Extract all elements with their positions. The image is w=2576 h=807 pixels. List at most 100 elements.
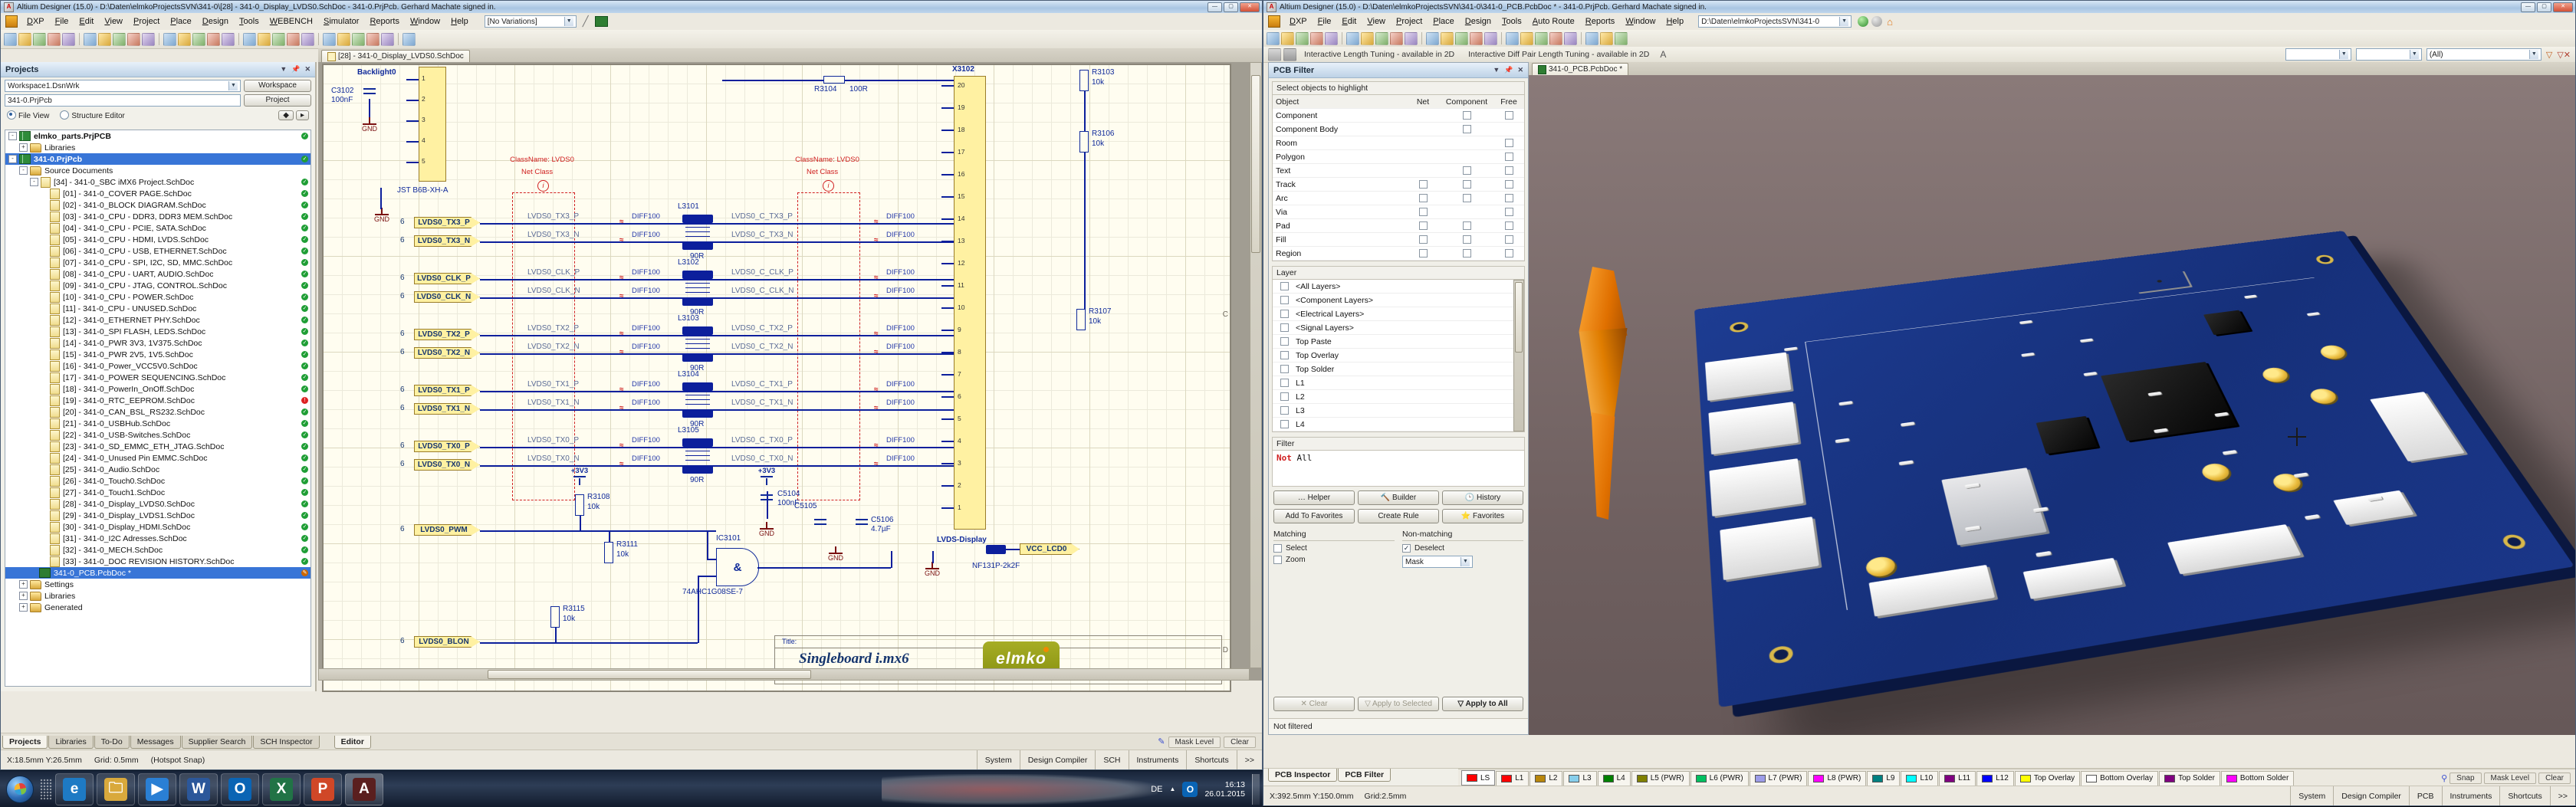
storage-icon[interactable] bbox=[1375, 32, 1388, 45]
zoom-area-icon[interactable] bbox=[142, 33, 155, 46]
layer-tab-l10[interactable]: L10 bbox=[1901, 771, 1938, 786]
interactive-route-icon[interactable] bbox=[1600, 32, 1613, 45]
panel-close-icon[interactable]: ✕ bbox=[304, 65, 310, 74]
flex-ribbon-3d[interactable] bbox=[1576, 267, 1638, 520]
menu-file[interactable]: File bbox=[50, 15, 74, 28]
sheet-port[interactable]: LVDS0_CLK_N bbox=[414, 291, 480, 303]
tree-item[interactable]: [19] - 341-0_RTC_EEPROM.SchDoc! bbox=[5, 395, 310, 406]
sch-panelbtn--[interactable]: >> bbox=[1237, 750, 1262, 769]
tree-item[interactable]: [15] - 341-0_PWR 2V5, 1V5.SchDoc✓ bbox=[5, 349, 310, 360]
directive-icon[interactable]: i bbox=[537, 180, 549, 192]
pcb-combo-2[interactable]: ▼ bbox=[2356, 48, 2422, 61]
tree-item[interactable]: [25] - 341-0_Audio.SchDoc✓ bbox=[5, 464, 310, 475]
pcb-filter-tab[interactable]: PCB Filter bbox=[1338, 769, 1391, 782]
free-checkbox[interactable] bbox=[1505, 111, 1513, 120]
redo-icon[interactable] bbox=[1585, 32, 1598, 45]
sheet-port[interactable]: LVDS0_TX0_P bbox=[414, 441, 480, 452]
print-icon[interactable] bbox=[48, 33, 61, 46]
free-checkbox[interactable] bbox=[1505, 180, 1513, 189]
layer-row[interactable]: L4 bbox=[1273, 418, 1524, 431]
tree-item[interactable]: [28] - 341-0_Display_LVDS0.SchDoc✓ bbox=[5, 498, 310, 510]
expand-toggle-icon[interactable]: - bbox=[8, 132, 17, 140]
current-layer-indicator[interactable]: LS bbox=[1461, 770, 1495, 786]
zoom-all-icon[interactable] bbox=[127, 33, 140, 46]
clear-button[interactable]: Clear bbox=[2538, 773, 2571, 784]
pin-icon[interactable]: 📌 bbox=[291, 65, 300, 74]
start-button[interactable] bbox=[2, 774, 38, 805]
pcb-icon[interactable] bbox=[595, 16, 608, 27]
tree-item[interactable]: +Libraries bbox=[5, 590, 310, 602]
expand-toggle-icon[interactable]: + bbox=[19, 592, 28, 600]
expand-toggle-icon[interactable]: - bbox=[19, 166, 28, 175]
part-tool-icon[interactable] bbox=[402, 33, 416, 46]
tree-item[interactable]: [11] - 341-0_CPU - UNUSED.SchDoc✓ bbox=[5, 303, 310, 314]
show-desktop-button[interactable] bbox=[1252, 774, 1260, 805]
move-icon[interactable] bbox=[272, 33, 285, 46]
menu-pcb-auto-route[interactable]: Auto Route bbox=[1527, 15, 1580, 28]
menu-pcb-file[interactable]: File bbox=[1313, 15, 1337, 28]
paste-icon[interactable] bbox=[1484, 32, 1497, 45]
sch-panelbtn-sch[interactable]: SCH bbox=[1095, 750, 1128, 769]
tree-item[interactable]: [31] - 341-0_I2C Adresses.SchDoc✓ bbox=[5, 533, 310, 544]
save-icon[interactable] bbox=[33, 33, 46, 46]
print-preview-icon[interactable] bbox=[1325, 32, 1338, 45]
resistor[interactable] bbox=[1079, 131, 1089, 153]
expand-toggle-icon[interactable]: - bbox=[8, 155, 17, 163]
projects-panel-header[interactable]: Projects ▼ 📌 ✕ bbox=[1, 62, 315, 77]
sch-panelbtn-shortcuts[interactable]: Shortcuts bbox=[1186, 750, 1236, 769]
expand-toggle-icon[interactable]: + bbox=[19, 143, 28, 152]
menu-pcb-tools[interactable]: Tools bbox=[1497, 15, 1527, 28]
layer-row[interactable]: <Component Layers> bbox=[1273, 294, 1524, 307]
fill-tool-icon[interactable] bbox=[1283, 48, 1296, 61]
left-titlebar[interactable]: A Altium Designer (15.0) - D:\Daten\elmk… bbox=[1, 1, 1262, 14]
select-area-icon[interactable] bbox=[1520, 32, 1533, 45]
menu-project[interactable]: Project bbox=[128, 15, 165, 28]
menu-pcb-edit[interactable]: Edit bbox=[1336, 15, 1362, 28]
pcb-panelbtn-instruments[interactable]: Instruments bbox=[2442, 786, 2500, 805]
layer-row[interactable]: L1 bbox=[1273, 376, 1524, 390]
history-button[interactable]: 🕒 History bbox=[1442, 490, 1523, 505]
layer-tab-l2[interactable]: L2 bbox=[1530, 771, 1562, 786]
taskbar-word[interactable]: W bbox=[179, 773, 218, 805]
taskbar-media-player[interactable]: ▶ bbox=[138, 773, 176, 805]
power-port-vcc-lcd0[interactable]: VCC_LCD0 bbox=[1020, 543, 1079, 555]
menu-pcb-design[interactable]: Design bbox=[1460, 15, 1497, 28]
tree-item[interactable]: [06] - 341-0_CPU - USB, ETHERNET.SchDoc✓ bbox=[5, 245, 310, 257]
select-area-icon[interactable] bbox=[258, 33, 271, 46]
builder-button[interactable]: 🔨 Builder bbox=[1358, 490, 1439, 505]
maximize-button-2[interactable]: ▢ bbox=[2537, 2, 2551, 12]
sheet-port[interactable]: LVDS0_TX1_N bbox=[414, 403, 480, 415]
menu-webench[interactable]: WEBENCH bbox=[264, 15, 318, 28]
sheet-port[interactable]: LVDS0_TX0_N bbox=[414, 459, 480, 471]
expand-toggle-icon[interactable]: - bbox=[30, 178, 38, 186]
zoom-selected-icon[interactable] bbox=[1441, 32, 1454, 45]
tree-item[interactable]: [12] - 341-0_ETHERNET PHY.SchDoc✓ bbox=[5, 314, 310, 326]
workspace-button[interactable]: Workspace bbox=[244, 80, 311, 92]
component-icon[interactable] bbox=[1346, 32, 1359, 45]
all-nets-combo[interactable]: (All)▼ bbox=[2426, 48, 2542, 61]
pcb-inspector-tab[interactable]: PCB Inspector bbox=[1268, 769, 1337, 782]
tree-item[interactable]: [14] - 341-0_PWR 3V3, 1V375.SchDoc✓ bbox=[5, 337, 310, 349]
free-checkbox[interactable] bbox=[1505, 139, 1513, 147]
outlook-tray-icon[interactable]: O bbox=[1182, 782, 1198, 797]
layer-row[interactable]: <All Layers> bbox=[1273, 280, 1524, 294]
pcb-filter-header[interactable]: PCB Filter ▼ 📌 ✕ bbox=[1269, 63, 1528, 78]
free-checkbox[interactable] bbox=[1505, 194, 1513, 202]
new-doc-icon[interactable] bbox=[1267, 32, 1280, 45]
filter-icon[interactable]: ▽ bbox=[2546, 50, 2552, 60]
pcb-board-3d[interactable] bbox=[1694, 231, 2574, 707]
file-view-radio[interactable]: File View bbox=[7, 110, 49, 120]
tree-item[interactable]: -Source Documents bbox=[5, 165, 310, 176]
apply-to-selected-button[interactable]: ▽ Apply to Selected bbox=[1358, 697, 1439, 711]
layer-row[interactable]: Top Overlay bbox=[1273, 349, 1524, 362]
tree-item[interactable]: [32] - 341-0_MECH.SchDoc✓ bbox=[5, 544, 310, 556]
layer-tab-l8-pwr-[interactable]: L8 (PWR) bbox=[1808, 771, 1866, 786]
maximize-button[interactable]: ▢ bbox=[1224, 2, 1238, 12]
menu-reports[interactable]: Reports bbox=[364, 15, 405, 28]
net-label-tool-icon[interactable] bbox=[366, 33, 380, 46]
component-icon[interactable] bbox=[84, 33, 97, 46]
schematic-canvas[interactable]: CDBacklight012345JST B6B-XH-AC3102100nFG… bbox=[318, 62, 1262, 681]
back-icon[interactable] bbox=[1858, 16, 1868, 27]
cut-icon[interactable] bbox=[1455, 32, 1468, 45]
print-icon[interactable] bbox=[1310, 32, 1323, 45]
